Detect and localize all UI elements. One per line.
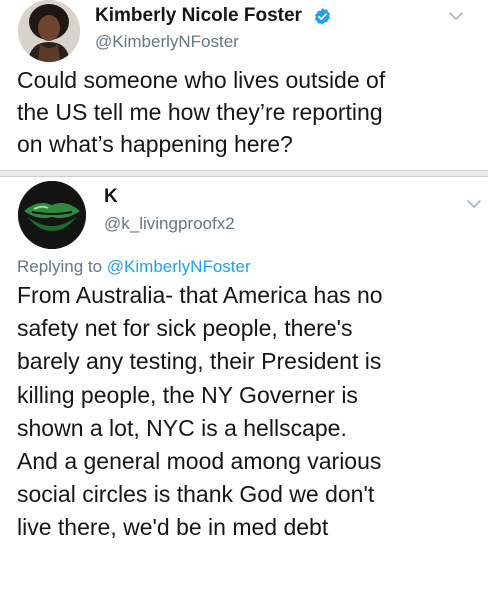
replying-to: Replying to @KimberlyNFoster bbox=[17, 257, 251, 277]
avatar[interactable] bbox=[18, 181, 86, 249]
tweet-text-line: live there, we'd be in med debt bbox=[17, 514, 329, 541]
reply-tweet: K @k_livingproofx2 Replying to @Kimberly… bbox=[0, 177, 488, 597]
chevron-down-icon[interactable] bbox=[448, 11, 464, 21]
tweet-text-line: the US tell me how they’re reporting bbox=[17, 99, 383, 125]
tweet-text-line: killing people, the NY Governer is bbox=[17, 381, 358, 408]
tweet-text-line: Could someone who lives outside of bbox=[17, 67, 386, 93]
verified-badge-icon bbox=[314, 8, 331, 25]
tweet-divider bbox=[0, 170, 488, 177]
tweet-text: From Australia- that America has no safe… bbox=[17, 279, 383, 545]
handle[interactable]: @k_livingproofx2 bbox=[104, 214, 235, 234]
tweet-text-line: shown a lot, NYC is a hellscape. bbox=[17, 414, 347, 441]
handle[interactable]: @KimberlyNFoster bbox=[95, 32, 239, 52]
tweet-text: Could someone who lives outside of the U… bbox=[17, 64, 385, 160]
tweet-screenshot: Kimberly Nicole Foster @KimberlyNFoster … bbox=[0, 0, 488, 597]
original-tweet: Kimberly Nicole Foster @KimberlyNFoster … bbox=[0, 0, 488, 172]
mention-link[interactable]: @KimberlyNFoster bbox=[107, 257, 251, 276]
tweet-text-line: safety net for sick people, there's bbox=[17, 315, 353, 342]
chevron-down-icon[interactable] bbox=[466, 199, 482, 209]
tweet-text-line: From Australia- that America has no bbox=[17, 282, 383, 308]
tweet-text-line: social circles is thank God we don't bbox=[17, 481, 375, 508]
display-name[interactable]: K bbox=[104, 186, 118, 208]
display-name[interactable]: Kimberly Nicole Foster bbox=[95, 5, 302, 27]
tweet-text-line: on what’s happening here? bbox=[17, 131, 293, 157]
avatar-photo-icon bbox=[18, 181, 86, 249]
replying-to-label: Replying to bbox=[17, 257, 107, 276]
avatar-photo-icon bbox=[18, 0, 80, 62]
tweet-text-line: barely any testing, their President is bbox=[17, 348, 382, 375]
tweet-text-line: And a general mood among various bbox=[17, 448, 382, 475]
avatar[interactable] bbox=[18, 0, 80, 62]
